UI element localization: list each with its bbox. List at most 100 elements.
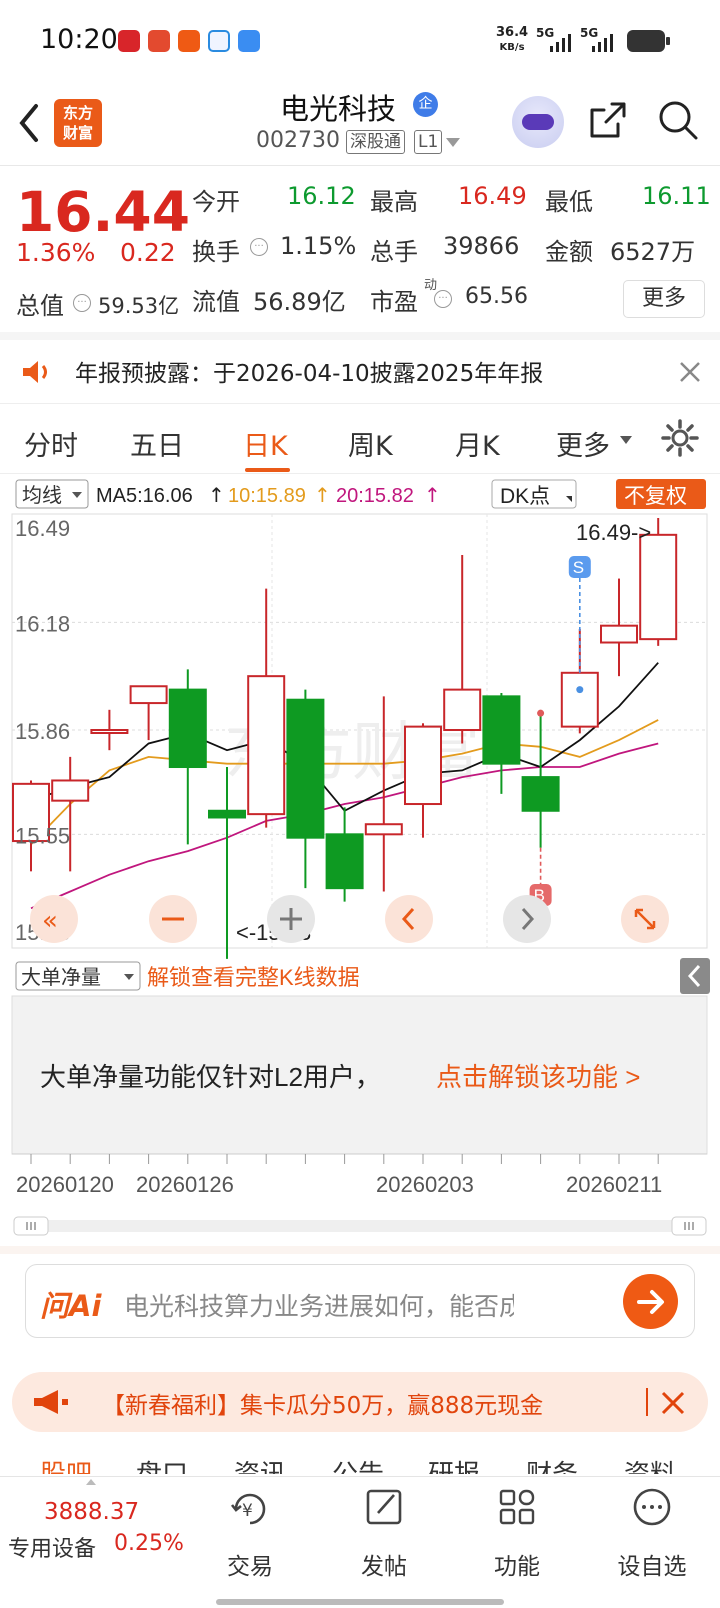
scroll-track[interactable] [14,1220,706,1232]
chevron-down-icon[interactable] [446,138,460,147]
tab-profile[interactable]: 资料 [624,1454,676,1474]
tab-research[interactable]: 研报 [428,1454,480,1474]
tab-weekly-k[interactable]: 周K [348,424,393,463]
ma10-value: 10:15.89 [228,485,306,507]
open-value: 16.12 [287,182,356,210]
high-label: 最高 [370,188,418,216]
eastmoney-logo[interactable]: 东方 财富 [54,99,102,147]
period-tabs: 分时 五日 日K 周K 月K 更多 [0,404,720,474]
candle-down [325,833,364,890]
status-bar: 10:20 36.4 KB/s 5G 5G [0,0,720,84]
ma-select-label: 均线 [22,484,62,507]
notice-bar[interactable]: 年报预披露：于2026-04-10披露2025年年报 [0,340,720,404]
double-left-icon: « [42,906,58,936]
info-icon[interactable]: ··· [73,294,91,312]
candle-up [560,671,599,728]
gear-icon[interactable] [660,418,700,458]
tab-guba[interactable]: 股吧 [40,1454,92,1474]
tab-announcement[interactable]: 公告 [332,1454,384,1474]
info-icon[interactable]: ··· [250,238,268,256]
unlock-link[interactable]: 解锁查看完整K线数据 [147,965,360,990]
index-label: 专用设备 [8,1537,97,1562]
separator [646,1388,648,1416]
ai-logo: 问Ai [40,1289,102,1323]
tab-news[interactable]: 资讯 [234,1454,286,1474]
clock: 10:20 [40,24,118,55]
tab-daily-k[interactable]: 日K [243,424,288,463]
trade-icon: ¥ [230,1493,266,1525]
nav-function-label: 功能 [494,1554,540,1580]
app-icon-4 [208,30,230,52]
change-pct: 1.36% [16,238,96,267]
mcap-value: 59.53亿 [98,294,180,318]
promo-text: 【新春福利】集卡瓜分50万，赢888元现金 [102,1393,544,1419]
ai-submit-button[interactable] [623,1274,678,1329]
speaker-icon [23,361,47,383]
chart-controls: « [30,895,669,943]
amount-label: 金额 [545,238,593,266]
ai-robot-icon[interactable] [512,96,564,148]
function-icon [499,1489,535,1525]
megaphone-icon [34,1390,68,1414]
x-tick-label: 20260211 [566,1172,662,1197]
pe-dynamic-sup: 动 [424,278,438,293]
dk-point-label: DK点 [500,485,550,508]
candle-up [639,533,678,641]
tag-level[interactable]: L1 [414,130,443,154]
tab-finance[interactable]: 财务 [526,1454,578,1474]
battery-icon [627,30,670,52]
low-value: 16.11 [642,182,711,210]
net-speed: 36.4 KB/s [496,25,529,54]
float-label: 流值 [192,288,240,316]
previous-button[interactable] [385,895,433,943]
up-arrow-icon: ↑ [314,483,331,507]
y-tick-label: 16.18 [15,611,70,636]
candle-down [521,776,560,812]
collapse-button[interactable] [680,958,710,994]
enterprise-badge: 企 [413,92,438,117]
quote-panel: 16.44 1.36% 0.22 总值 ··· 59.53亿 今开 16.12 … [0,166,720,330]
sell-mark-label: S [573,558,584,577]
tab-more[interactable]: 更多 [556,424,610,463]
watchlist-icon [633,1488,671,1526]
candle-up [404,725,442,806]
search-icon[interactable] [656,98,700,142]
app-icon-5 [238,30,260,52]
tab-intraday[interactable]: 分时 [24,424,78,463]
tab-five-day[interactable]: 五日 [130,424,184,463]
ma5-value: MA5:16.06 [96,485,193,507]
stock-header: 东方 财富 电光科技 002730 深股通 L1 [0,84,720,166]
volume-value: 39866 [443,232,520,260]
chevron-down-icon[interactable] [620,436,632,444]
back-icon[interactable] [16,102,42,144]
more-quote-button[interactable]: 更多 [623,280,705,318]
turnover-label: 换手 [192,238,240,266]
ai-question-box[interactable]: 问Ai 电光科技算力业务进展如何，能否成… [25,1264,695,1338]
chevron-up-icon [86,1479,96,1485]
unlock-feature-link[interactable]: 点击解锁该功能 > [436,1062,640,1092]
nav-watchlist-label: 设自选 [617,1554,687,1580]
tab-monthly-k[interactable]: 月K [455,424,500,463]
share-icon[interactable] [586,98,630,142]
candle-up [600,624,638,644]
close-icon[interactable] [660,1390,686,1416]
promo-banner[interactable]: 【新春福利】集卡瓜分50万，赢888元现金 [12,1372,708,1432]
svg-text:¥: ¥ [242,1501,253,1521]
post-icon [366,1489,402,1525]
sector-index[interactable]: 3888.37 专用设备 0.25% [0,1477,190,1587]
app-icon-2 [148,30,170,52]
y-tick-label: 15.55 [15,823,70,848]
l2-message: 大单净量功能仅针对L2用户， [40,1062,381,1092]
adjust-label: 不复权 [624,485,687,508]
stock-code: 002730 [256,128,340,153]
info-icon[interactable]: ··· [434,290,452,308]
open-label: 今开 [192,188,240,216]
tab-pankou[interactable]: 盘口 [136,1454,188,1474]
y-axis-labels: 16.4916.1815.8615.5515.23 [15,516,70,945]
next-button[interactable] [503,895,551,943]
divider [0,1246,720,1254]
close-icon[interactable] [678,360,702,384]
tag-shenguton[interactable]: 深股通 [346,130,405,154]
signal-2-icon [592,34,613,52]
kline-chart[interactable]: 均线 MA5:16.06 ↑ 10:15.89 ↑ 20:15.82 ↑ DK点… [0,474,720,1244]
